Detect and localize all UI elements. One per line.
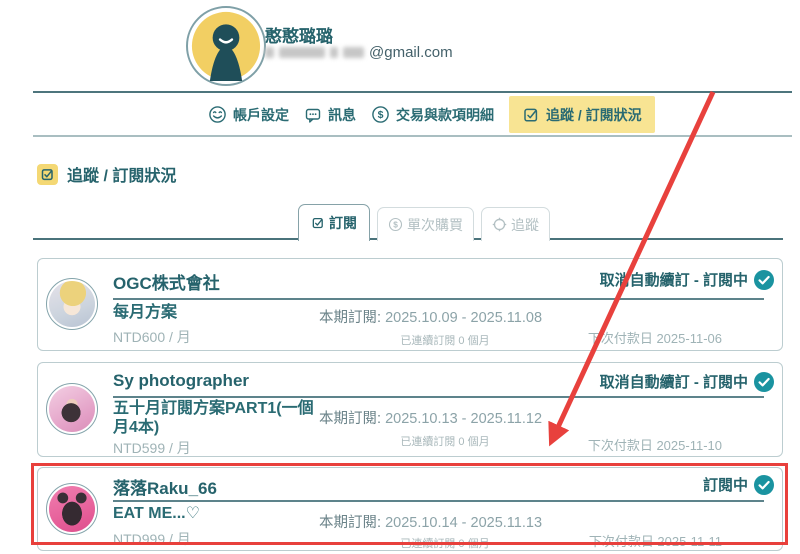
subscription-tabs: 訂閱 $ 單次購買 追蹤 [298, 204, 550, 241]
status-text: 取消自動續訂 - 訂閱中 [600, 269, 748, 290]
dollar-icon: $ [371, 105, 390, 124]
nav-label: 追蹤 / 訂閱狀況 [546, 105, 642, 125]
nav-bottom-divider [33, 135, 792, 137]
plan-price: NTD599 / 月 [113, 438, 191, 458]
streak-text: 已連續訂閱 0 個月 [319, 535, 571, 551]
period-label: 本期訂閱: [319, 310, 385, 326]
check-circle-icon [754, 372, 774, 392]
nav-item-transactions[interactable]: $ 交易與款項明細 [371, 96, 494, 133]
subscription-card-raku: 落落Raku_66 EAT ME...♡ NTD999 / 月 本期訂閱: 20… [37, 467, 783, 551]
nav-item-messages[interactable]: 訊息 [304, 96, 356, 133]
card-divider [113, 298, 764, 300]
streak-text: 已連續訂閱 0 個月 [319, 433, 571, 449]
redacted-email-block [343, 47, 364, 58]
card-divider [113, 500, 764, 502]
subscription-card-ogc: OGC株式會社 每月方案 NTD600 / 月 本期訂閱: 2025.10.09… [37, 258, 783, 351]
section-title-label: 追蹤 / 訂閱狀況 [67, 162, 176, 186]
plan-price: NTD600 / 月 [113, 327, 191, 347]
tab-label: 訂閱 [329, 213, 357, 233]
tab-single-purchase[interactable]: $ 單次購買 [377, 207, 474, 241]
checkbox-icon [311, 216, 325, 230]
redacted-email-block [330, 47, 338, 58]
target-icon [492, 217, 507, 232]
streak-text: 已連續訂閱 0 個月 [319, 332, 571, 348]
period-column: 本期訂閱: 2025.10.13 - 2025.11.12 已連續訂閱 0 個月 [319, 407, 571, 449]
status-badge[interactable]: 取消自動續訂 - 訂閱中 [600, 371, 774, 392]
nav-top-divider [33, 91, 792, 93]
period-column: 本期訂閱: 2025.10.14 - 2025.11.13 已連續訂閱 0 個月 [319, 511, 571, 551]
face-icon [208, 105, 227, 124]
svg-text:$: $ [393, 220, 398, 229]
plan-name: 五十月訂閱方案PART1(一個月4本) [113, 400, 318, 438]
subscription-card-sy: Sy photographer 五十月訂閱方案PART1(一個月4本) NTD5… [37, 362, 783, 457]
nav-item-account-settings[interactable]: 帳戶設定 [208, 96, 289, 133]
period-dates: 2025.10.13 - 2025.11.12 [385, 411, 542, 427]
status-badge[interactable]: 取消自動續訂 - 訂閱中 [600, 269, 774, 290]
redacted-email-block [279, 47, 325, 58]
plan-price: NTD999 / 月 [113, 529, 191, 549]
nav-label: 交易與款項明細 [396, 105, 494, 125]
period-dates: 2025.10.14 - 2025.11.13 [385, 515, 542, 531]
plan-name: 每月方案 [113, 304, 177, 323]
tab-follow[interactable]: 追蹤 [481, 207, 550, 241]
subscription-period: 本期訂閱: 2025.10.14 - 2025.11.13 [319, 511, 571, 532]
status-badge[interactable]: 訂閱中 [703, 474, 774, 495]
card-divider [113, 396, 764, 398]
user-avatar [186, 6, 266, 86]
status-text: 取消自動續訂 - 訂閱中 [600, 371, 748, 392]
redacted-email-block [265, 47, 274, 58]
creator-avatar [46, 383, 98, 435]
period-label: 本期訂閱: [319, 515, 385, 531]
user-email: @gmail.com [265, 44, 453, 61]
tab-label: 單次購買 [407, 215, 463, 235]
creator-avatar [46, 483, 98, 535]
status-text: 訂閱中 [703, 474, 748, 495]
dollar-icon: $ [388, 217, 403, 232]
email-domain: @gmail.com [369, 44, 453, 61]
person-icon [191, 11, 261, 81]
creator-name[interactable]: Sy photographer [113, 371, 249, 391]
svg-text:$: $ [378, 109, 384, 121]
tab-label: 追蹤 [511, 215, 539, 235]
nav-label: 訊息 [328, 105, 356, 125]
check-circle-icon [754, 270, 774, 290]
creator-avatar [46, 278, 98, 330]
checkbox-icon [37, 164, 58, 185]
account-nav: 帳戶設定 訊息 $ 交易與款項明細 追蹤 / 訂閱狀況 [208, 96, 655, 133]
subscription-period: 本期訂閱: 2025.10.13 - 2025.11.12 [319, 407, 571, 428]
creator-name[interactable]: OGC株式會社 [113, 269, 220, 294]
section-title: 追蹤 / 訂閱狀況 [37, 162, 176, 186]
period-dates: 2025.10.09 - 2025.11.08 [385, 310, 542, 326]
next-payment-date: 下次付款日 2025-11-11 [589, 531, 722, 550]
check-circle-icon [754, 475, 774, 495]
period-label: 本期訂閱: [319, 411, 385, 427]
member-subscription-page: 憨憨璐璐 @gmail.com 帳戶設定 訊息 [0, 0, 800, 554]
subscription-period: 本期訂閱: 2025.10.09 - 2025.11.08 [319, 306, 571, 327]
checkbox-icon [522, 106, 540, 124]
nav-item-follow-subscription[interactable]: 追蹤 / 訂閱狀況 [509, 96, 655, 133]
message-icon [304, 106, 322, 124]
nav-label: 帳戶設定 [233, 105, 289, 125]
next-payment-date: 下次付款日 2025-11-06 [588, 328, 722, 347]
plan-name: EAT ME...♡ [113, 505, 200, 524]
period-column: 本期訂閱: 2025.10.09 - 2025.11.08 已連續訂閱 0 個月 [319, 306, 571, 348]
tab-subscriptions[interactable]: 訂閱 [298, 204, 370, 241]
next-payment-date: 下次付款日 2025-11-10 [588, 435, 722, 454]
creator-name[interactable]: 落落Raku_66 [113, 474, 217, 499]
